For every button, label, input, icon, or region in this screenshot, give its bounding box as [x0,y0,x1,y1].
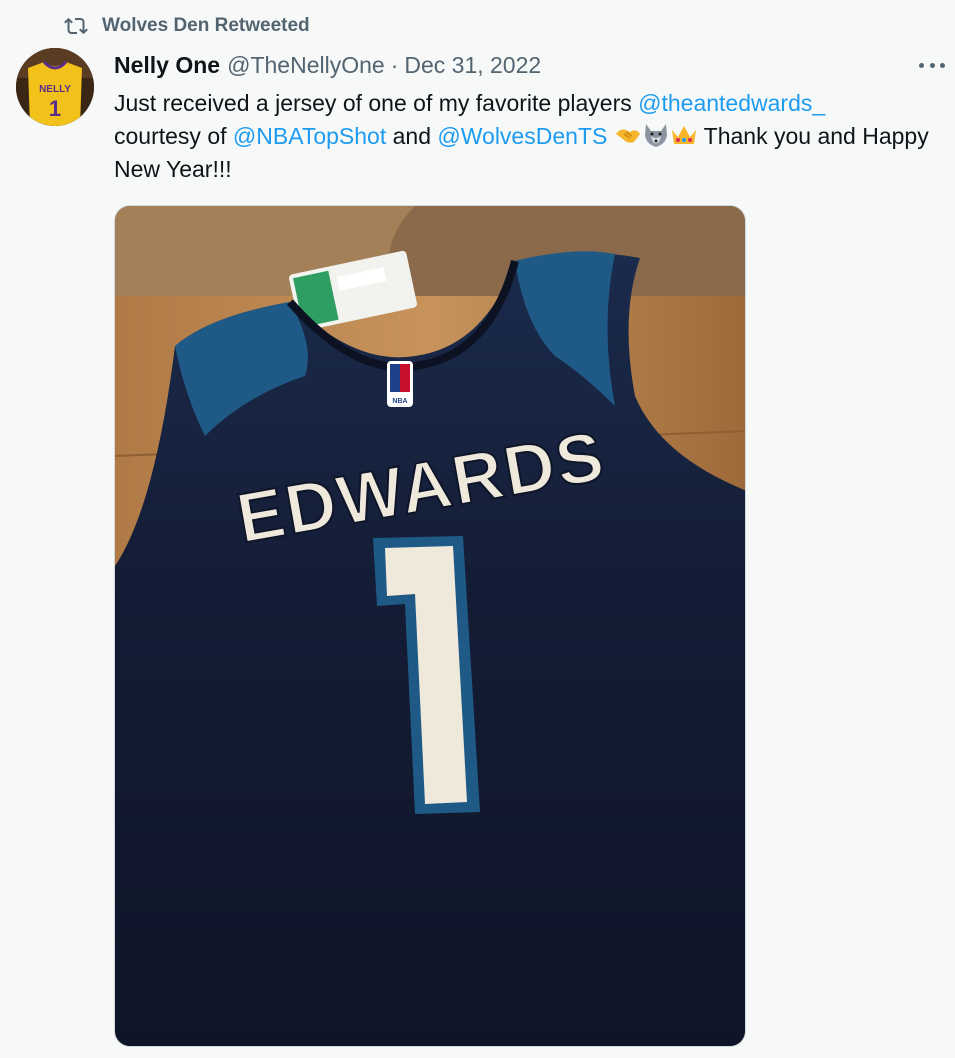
tweet-header: Nelly One @TheNellyOne · Dec 31, 2022 [114,52,541,79]
author-handle[interactable]: @TheNellyOne [227,52,385,79]
crown-emoji [671,126,696,144]
tweet-date[interactable]: Dec 31, 2022 [404,52,541,79]
avatar[interactable]: NELLY 1 [16,48,94,126]
avatar-jersey-number: 1 [49,96,61,121]
retweet-label: Wolves Den Retweeted [102,15,310,36]
nba-logo: NBA [387,361,413,407]
header-separator: · [390,52,399,78]
tweet-text-part: Just received a jersey of one of my favo… [114,90,639,116]
nba-logo-text: NBA [392,398,407,405]
tweet-photo[interactable]: NBA EDWARDS [114,205,746,1047]
handshake-emoji [615,129,640,143]
retweet-icon [64,17,88,35]
mention-link[interactable]: @WolvesDenTS [437,123,607,149]
more-options-icon[interactable] [919,58,945,72]
author-display-name[interactable]: Nelly One [114,52,220,79]
avatar-jersey-name: NELLY [39,84,71,95]
tweet-text-part: courtesy of [114,123,233,149]
retweet-context[interactable]: Wolves Den Retweeted [64,14,310,38]
wolf-emoji [644,124,667,147]
tweet-text: Just received a jersey of one of my favo… [114,87,934,186]
mention-link[interactable]: @NBATopShot [233,123,386,149]
tweet-text-part: and [386,123,438,149]
mention-link[interactable]: @theantedwards_ [638,90,825,116]
